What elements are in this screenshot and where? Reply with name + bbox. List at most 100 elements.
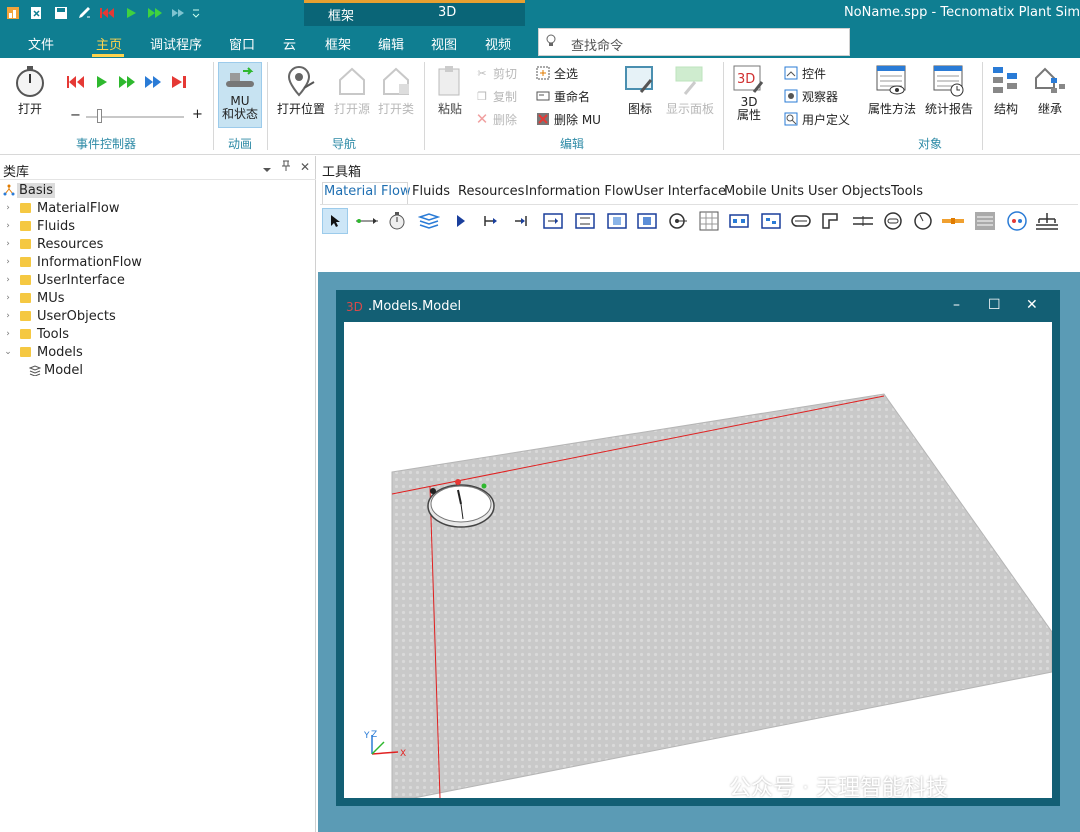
turnplate-tool[interactable] — [910, 208, 936, 234]
expand-icon[interactable]: › — [2, 203, 14, 213]
statistics-report-button[interactable]: 统计报告 — [922, 64, 976, 117]
interface-tool[interactable] — [478, 208, 504, 234]
start-button[interactable] — [94, 74, 110, 94]
tab-home[interactable]: 主页 — [96, 34, 122, 53]
maximize-button[interactable]: ☐ — [988, 297, 1001, 313]
line-tool[interactable] — [788, 208, 814, 234]
reset-button[interactable] — [66, 74, 86, 94]
toolbox-tab-user-interface[interactable]: User Interface — [634, 184, 726, 199]
open-class-button[interactable]: 打开类 — [376, 64, 416, 117]
toolbox-tab-information-flow[interactable]: Information Flow — [525, 184, 634, 199]
open-source-button[interactable]: 打开源 — [332, 64, 372, 117]
step-forward-button[interactable] — [143, 74, 163, 94]
user-defined-button[interactable]: 用户定义 — [783, 110, 850, 128]
toolbox-tab-resources[interactable]: Resources — [458, 184, 524, 199]
workerpool-tool[interactable] — [1034, 208, 1060, 234]
step-icon[interactable] — [170, 4, 188, 22]
track-tool[interactable] — [850, 208, 876, 234]
parallel-proc-tool[interactable] — [572, 208, 598, 234]
reset-icon[interactable] — [98, 4, 116, 22]
minimize-button[interactable]: – — [953, 297, 960, 313]
flow-control-tool[interactable] — [972, 208, 998, 234]
customize-toolbar-icon[interactable] — [190, 4, 202, 22]
toolbox-tab-tools[interactable]: Tools — [891, 184, 923, 199]
tab-window[interactable]: 窗口 — [229, 34, 255, 53]
tab-cloud[interactable]: 云 — [283, 34, 296, 53]
speed-decrease-button[interactable]: − — [70, 108, 81, 123]
open-location-button[interactable]: 打开位置 — [274, 64, 328, 117]
speed-increase-button[interactable]: + — [192, 107, 203, 122]
tree-item-informationflow[interactable]: › InformationFlow — [0, 253, 310, 271]
dismantle-tool[interactable] — [664, 208, 690, 234]
tab-edit[interactable]: 编辑 — [378, 34, 404, 53]
tree-item-materialflow[interactable]: › MaterialFlow — [0, 199, 310, 217]
tree-root-basis[interactable]: Basis — [0, 181, 310, 199]
expand-icon[interactable]: › — [2, 257, 14, 267]
tree-item-model[interactable]: Model — [0, 361, 310, 379]
cycle-tool[interactable] — [1004, 208, 1030, 234]
observers-button[interactable]: 观察器 — [783, 87, 838, 105]
tree-item-models[interactable]: ⌄ Models — [0, 343, 310, 361]
tab-view[interactable]: 视图 — [431, 34, 457, 53]
pin-icon[interactable] — [281, 160, 291, 175]
3d-viewport[interactable]: Y Z X — [344, 322, 1052, 798]
event-controller-tool[interactable] — [384, 208, 410, 234]
tab-file[interactable]: 文件 — [28, 34, 54, 53]
stop-button[interactable] — [170, 74, 188, 94]
store-tool[interactable] — [696, 208, 722, 234]
edit-icon[interactable] — [76, 4, 94, 22]
paste-button[interactable]: 粘贴 — [432, 64, 468, 117]
sorter-tool[interactable] — [758, 208, 784, 234]
tree-item-userobjects[interactable]: › UserObjects — [0, 307, 310, 325]
icon-button[interactable]: 图标 — [622, 64, 658, 117]
connector-tool[interactable] — [354, 208, 380, 234]
frame-tool[interactable] — [416, 208, 442, 234]
turntable-tool[interactable] — [880, 208, 906, 234]
attribute-methods-button[interactable]: 属性方法 — [866, 64, 918, 117]
pointer-tool[interactable] — [322, 208, 348, 234]
tree-item-userinterface[interactable]: › UserInterface — [0, 271, 310, 289]
expand-icon[interactable]: › — [2, 239, 14, 249]
3d-scene[interactable]: Y Z X — [344, 322, 1052, 798]
cut-button[interactable]: ✂ 剪切 — [474, 64, 517, 82]
expand-icon[interactable]: › — [2, 329, 14, 339]
expand-icon[interactable]: › — [2, 293, 14, 303]
angular-converter-tool[interactable] — [818, 208, 844, 234]
close-pane-icon[interactable]: ✕ — [300, 160, 310, 174]
controls-button[interactable]: 控件 — [783, 64, 826, 82]
delete-mu-button[interactable]: 删除 MU — [535, 110, 601, 128]
inheritance-button[interactable]: 继承 — [1030, 64, 1070, 117]
toolbox-tab-mobile-units[interactable]: Mobile Units — [724, 184, 804, 199]
select-all-button[interactable]: 全选 — [535, 64, 578, 82]
fast-forward-icon[interactable] — [146, 4, 164, 22]
expand-icon[interactable]: › — [2, 221, 14, 231]
tab-video[interactable]: 视频 — [485, 34, 511, 53]
pane-menu-icon[interactable] — [262, 163, 272, 177]
show-panel-button[interactable]: 显示面板 — [662, 64, 718, 117]
expand-icon[interactable]: › — [2, 275, 14, 285]
toolbox-tab-material-flow[interactable]: Material Flow — [324, 184, 411, 199]
tree-item-resources[interactable]: › Resources — [0, 235, 310, 253]
tree-item-mus[interactable]: › MUs — [0, 289, 310, 307]
3d-properties-button[interactable]: 3D 3D 属性 — [728, 64, 770, 122]
speed-slider-thumb[interactable] — [97, 109, 102, 123]
close-model-icon[interactable] — [28, 4, 46, 22]
save-icon[interactable] — [52, 4, 70, 22]
disassembly-tool[interactable] — [634, 208, 660, 234]
command-search-input[interactable]: 查找命令 — [538, 28, 850, 56]
structure-button[interactable]: 结构 — [986, 64, 1026, 117]
fast-forward-button[interactable] — [117, 74, 137, 94]
delete-button[interactable]: ✕ 删除 — [474, 110, 517, 128]
toolbox-tab-fluids[interactable]: Fluids — [412, 184, 450, 199]
copy-button[interactable]: ❐ 复制 — [474, 87, 517, 105]
model-window-titlebar[interactable]: 3D .Models.Model – ☐ ✕ — [336, 290, 1060, 322]
expand-icon[interactable]: › — [2, 311, 14, 321]
start-icon[interactable] — [122, 4, 140, 22]
collapse-icon[interactable]: ⌄ — [2, 347, 14, 357]
source-tool[interactable] — [448, 208, 474, 234]
rename-button[interactable]: 重命名 — [535, 87, 590, 105]
mu-status-button[interactable]: MU 和状态 — [218, 62, 262, 128]
tab-framework[interactable]: 框架 — [325, 34, 351, 53]
transfer-station-tool[interactable] — [940, 208, 966, 234]
tab-debugger[interactable]: 调试程序 — [150, 34, 202, 53]
